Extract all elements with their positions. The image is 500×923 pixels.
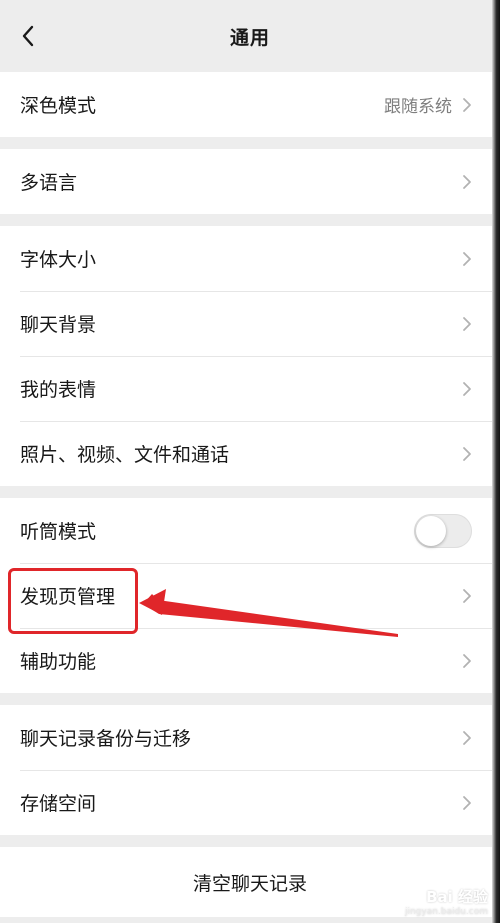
setting-media-files[interactable]: 照片、视频、文件和通话 [0,421,500,486]
screen-edge [492,0,500,923]
setting-label: 照片、视频、文件和通话 [20,444,230,466]
watermark-text: Bai 经验 [426,888,488,906]
settings-group-storage: 聊天记录备份与迁移 存储空间 [0,705,500,835]
setting-my-stickers[interactable]: 我的表情 [0,356,500,421]
settings-group-language: 多语言 [0,149,500,214]
watermark: Bai 经验 jingyan.baidu.com [405,886,488,917]
earpiece-mode-toggle[interactable] [414,513,472,548]
setting-chat-backup[interactable]: 聊天记录备份与迁移 [0,705,500,770]
chevron-right-icon [462,251,472,267]
setting-discover-management[interactable]: 发现页管理 [0,563,500,628]
chevron-right-icon [462,795,472,811]
chevron-right-icon [462,653,472,669]
top-bar: 通用 [0,0,500,72]
chevron-right-icon [462,446,472,462]
back-button[interactable] [14,22,42,50]
setting-label: 聊天记录备份与迁移 [20,728,192,750]
chevron-right-icon [462,588,472,604]
setting-chat-background[interactable]: 聊天背景 [0,291,500,356]
watermark-url: jingyan.baidu.com [404,907,488,917]
chevron-left-icon [22,25,34,47]
setting-earpiece-mode: 听筒模式 [0,498,500,563]
setting-value: 跟随系统 [384,97,452,117]
settings-group-features: 听筒模式 发现页管理 辅助功能 [0,498,500,693]
setting-accessibility[interactable]: 辅助功能 [0,628,500,693]
clear-chat-history-label: 清空聊天记录 [192,872,307,895]
setting-label: 深色模式 [20,95,97,117]
toggle-knob [416,515,446,546]
chevron-right-icon [462,381,472,397]
setting-label: 聊天背景 [20,314,97,336]
setting-label: 发现页管理 [20,586,116,608]
setting-font-size[interactable]: 字体大小 [0,226,500,291]
chevron-right-icon [462,97,472,113]
setting-label: 听筒模式 [20,521,97,543]
chevron-right-icon [462,730,472,746]
setting-multi-language[interactable]: 多语言 [0,149,500,214]
setting-label: 字体大小 [20,249,97,271]
setting-dark-mode[interactable]: 深色模式 跟随系统 [0,72,500,137]
settings-group-chat: 字体大小 聊天背景 我的表情 照片、视频、文件和通话 [0,226,500,486]
chevron-right-icon [462,316,472,332]
setting-storage[interactable]: 存储空间 [0,770,500,835]
setting-label: 多语言 [20,172,78,194]
setting-label: 存储空间 [20,793,97,815]
setting-label: 辅助功能 [20,651,97,673]
page-title: 通用 [229,26,270,49]
chevron-right-icon [462,174,472,190]
setting-label: 我的表情 [20,379,97,401]
settings-group-display: 深色模式 跟随系统 [0,72,500,137]
